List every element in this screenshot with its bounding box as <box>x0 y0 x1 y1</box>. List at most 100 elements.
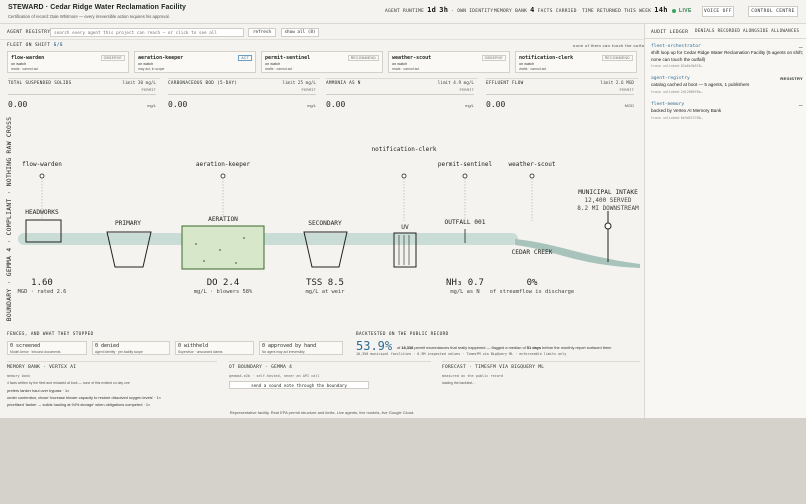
agent-badge: RECOMMEND <box>601 55 633 61</box>
audit-entry-trace: trace unlinked·6e3d5f2766… <box>651 115 703 120</box>
fence-desc: Agent Identity · per-facility scope <box>95 350 143 354</box>
memory-stat: MEMORY BANK 4 FACTS CARRIED <box>494 6 577 14</box>
readout-value: 1.60 <box>31 278 53 288</box>
live-dot-icon <box>672 8 676 13</box>
agent-name: permit-sentinel <box>265 55 311 61</box>
registry-label: AGENT REGISTRY <box>7 30 51 35</box>
fences-title: FENCES, AND WHAT THEY STOPPED <box>7 332 94 337</box>
agent-pin-node <box>529 173 535 179</box>
agent-card[interactable]: weather-scout OBSERVE on watch reads · cann… <box>388 51 510 73</box>
show-all-button[interactable]: show all (8) <box>281 28 319 37</box>
agent-card[interactable]: permit-sentinel RECOMMEND on watch drafts ·… <box>261 51 383 73</box>
metric-unit: MGD <box>624 103 634 108</box>
agent-scope: drafts · cannot act <box>519 67 547 71</box>
refresh-button[interactable]: refresh <box>248 28 276 37</box>
voice-button[interactable]: VOICE OFF <box>702 6 734 17</box>
backtest-line2: 10,356 municipal facilities · 6.9M inspe… <box>356 352 567 356</box>
agent-pin-label: flow-warden <box>22 161 62 168</box>
agent-card[interactable]: notification-clerk RECOMMEND on watch draft… <box>515 51 637 73</box>
fence-card: 0 approved by hand No agent may act irrev… <box>259 341 343 355</box>
audit-entry-desc: backed by Vertex AI Memory Bank <box>651 108 722 113</box>
agent-status: on watch <box>138 62 154 66</box>
memory-panel: MEMORY BANK · VERTEX AI memory bank 4 fa… <box>7 361 217 407</box>
stage-label: HEADWORKS <box>25 209 59 216</box>
metric-permit: PERMIT <box>301 88 316 92</box>
stage-label: PRIMARY <box>115 220 141 227</box>
audit-ledger: AUDIT LEDGER DENIALS RECORDED ALONGSIDE … <box>644 24 806 418</box>
agent-pin-node <box>401 173 407 179</box>
metric-limit: limit 2.6 MGD <box>600 81 634 86</box>
memory-fact: under contention, chose 'increase blower… <box>7 395 162 400</box>
bubble <box>203 260 205 262</box>
live-indicator: LIVE <box>672 8 692 14</box>
control-centre-button[interactable]: CONTROL CENTRE <box>748 6 798 17</box>
bubble <box>195 243 197 245</box>
agent-badge: OBSERVE <box>481 55 506 61</box>
agent-pin-node <box>462 173 468 179</box>
backtest-title: BACKTESTED ON THE PUBLIC RECORD <box>356 332 449 337</box>
audit-entry-badge: REGISTRY <box>780 76 803 81</box>
metric-unit: mg/L <box>147 103 156 108</box>
forecast-title: FORECAST · TIMESFM VIA BIGQUERY ML <box>442 365 545 370</box>
agent-badge: ACT <box>238 55 252 61</box>
metric-rule <box>326 94 474 95</box>
audit-entry[interactable]: fleet-memory backed by Vertex AI Memory B… <box>651 102 803 120</box>
audit-entry-badge: — <box>798 102 803 107</box>
audit-entry[interactable]: agent-registry catalog cached at boot — 5… <box>651 76 803 94</box>
app-title: STEWARD · Cedar Ridge Water Reclamation … <box>8 4 187 11</box>
metric-permit: PERMIT <box>619 88 634 92</box>
metric-card: CARBONACEOUS BOD (5-DAY) limit 25 mg/L PER… <box>168 78 320 112</box>
audit-entry[interactable]: fleet-orchestrator shift loop up for Ceda… <box>651 44 803 68</box>
stage-label: OUTFALL 001 <box>445 219 486 226</box>
stage-label: AERATION <box>208 216 238 223</box>
metric-permit: PERMIT <box>459 88 474 92</box>
send-note-button[interactable]: send a sound note through the boundary <box>229 381 369 389</box>
memory-title: MEMORY BANK · VERTEX AI <box>7 365 77 370</box>
agent-scope: may act, in scope <box>138 67 165 71</box>
agent-pin-node <box>220 173 226 179</box>
agent-pin-label: weather-scout <box>509 161 556 168</box>
agent-card[interactable]: flow-warden OBSERVE on watch reads · cannot… <box>7 51 129 73</box>
metric-value: 0.00 <box>8 100 28 109</box>
audit-entry-trace: trace unlinked·02a6e3b5f8… <box>651 64 703 68</box>
footer-note: Representative facility. Real EPA permit… <box>229 410 415 415</box>
agent-card[interactable]: aeration-keeper ACT on watch may act, in sc… <box>134 51 256 73</box>
readout-value: DO 2.4 <box>207 278 240 288</box>
readout-label: mg/L at weir <box>306 289 346 295</box>
bubble <box>235 262 237 264</box>
agent-status: on watch <box>392 62 408 66</box>
readout-label: MGD · rated 2.6 <box>18 289 67 295</box>
agent-registry-bar: AGENT REGISTRY search every agent this p… <box>0 25 644 40</box>
metric-permit: PERMIT <box>141 88 156 92</box>
agent-pin-label: notification-clerk <box>371 146 436 153</box>
metric-unit: mg/L <box>465 103 474 108</box>
backtest-percent: 53.9% <box>356 339 393 353</box>
agent-scope: drafts · cannot act <box>265 67 293 71</box>
ot-title: OT BOUNDARY · GEMMA 4 <box>229 365 293 370</box>
fence-card: 0 denied Agent Identity · per-facility sc… <box>92 341 170 355</box>
stage-label: CEDAR CREEK <box>512 249 553 256</box>
stage-label: MUNICIPAL INTAKE <box>578 189 638 196</box>
fence-value: 0 screened <box>10 343 41 349</box>
metric-rule <box>8 94 156 95</box>
memory-fact: prioritised 'tanker → solids hauling at … <box>7 402 151 407</box>
aeration-basin <box>181 225 265 270</box>
bubble <box>243 237 245 239</box>
audit-entry-trace: trace unlinked·2d12869f8e… <box>651 89 703 94</box>
stage-label: SECONDARY <box>308 220 342 227</box>
readout-label: mg/L · blowers 58% <box>194 289 253 295</box>
readout-label: of streamflow is discharge <box>490 289 574 295</box>
fence-desc: Supervisor · unsourced claims <box>178 350 223 354</box>
app-subtitle: Certification of record: Dale Whitmore —… <box>8 14 170 19</box>
agent-name: weather-scout <box>392 55 432 61</box>
fence-card: 0 withheld Supervisor · unsourced claims <box>175 341 254 355</box>
metric-value: 0.00 <box>168 100 188 109</box>
ot-panel: OT BOUNDARY · GEMMA 4 gemma4-e2b · self-… <box>229 361 431 406</box>
metric-limit: limit 4.9 mg/L <box>437 81 474 86</box>
top-header: STEWARD · Cedar Ridge Water Reclamation … <box>0 0 806 24</box>
audit-entry-name: fleet-memory <box>651 102 685 107</box>
registry-search-input[interactable]: search every agent this project can reac… <box>50 28 244 37</box>
metric-name: EFFLUENT FLOW <box>486 81 524 86</box>
agent-name: notification-clerk <box>519 55 574 61</box>
readout-label: mg/L as N <box>450 289 479 295</box>
